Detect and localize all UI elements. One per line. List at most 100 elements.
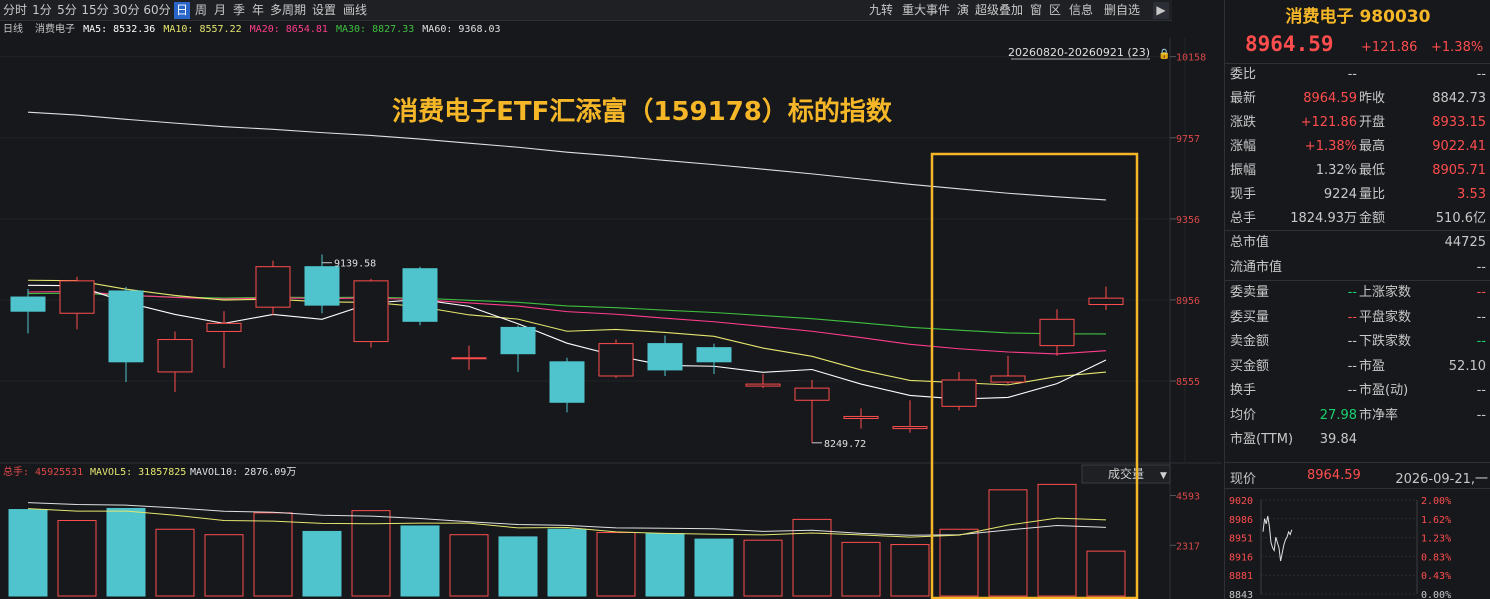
period-tab-7[interactable]: 周	[193, 2, 209, 19]
price-axis-label: 8555	[1176, 377, 1200, 388]
volume-bar	[547, 528, 587, 597]
period-tab-4[interactable]: 30分	[112, 2, 140, 19]
quote-value: 52.10	[1448, 358, 1486, 374]
quote-label: 振幅	[1230, 163, 1257, 178]
quote-label: 开盘	[1359, 115, 1386, 130]
period-tab-11[interactable]: 多周期	[269, 2, 307, 19]
mini-intraday-chart[interactable]: 9020 2.00% 8986 1.62% 8951 1.23% 8916 0.83% 8881…	[1225, 490, 1490, 599]
candle[interactable]	[647, 335, 683, 376]
candle[interactable]	[941, 371, 977, 411]
volume-bar	[841, 541, 881, 597]
quote-label: 昨收	[1359, 91, 1386, 106]
candle-body	[598, 343, 634, 377]
candle[interactable]	[59, 276, 95, 330]
quote-value: --	[1347, 67, 1357, 82]
collapse-right-icon[interactable]: ▶	[1153, 2, 1169, 19]
mavol10-label: MAVOL10: 2876.09万	[190, 467, 296, 478]
quote-label: 平盘家数	[1359, 309, 1412, 325]
ma5-value: MA5: 8532.36	[83, 24, 156, 35]
quote-label: 涨幅	[1230, 139, 1257, 154]
mini-left-label: 8951	[1229, 534, 1253, 545]
tool-button-2[interactable]: 演	[956, 2, 970, 19]
quote-label: 市盈(TTM)	[1230, 432, 1294, 447]
volume-bar	[694, 538, 734, 597]
period-tab-2[interactable]: 5分	[56, 2, 78, 19]
quote-value: --	[1347, 309, 1357, 325]
volume-bar	[57, 519, 97, 597]
period-tab-1[interactable]: 1分	[31, 2, 53, 19]
candle-body	[500, 326, 536, 355]
quote-value: 39.84	[1319, 432, 1357, 447]
tool-button-7[interactable]: 删自选	[1099, 2, 1145, 19]
mini-right-label: 0.00%	[1421, 590, 1451, 599]
tool-button-4[interactable]: 窗	[1028, 2, 1044, 19]
price-axis-label: 9356	[1176, 215, 1200, 226]
candle[interactable]	[10, 288, 46, 334]
period-tab-12[interactable]: 设置	[310, 2, 338, 19]
tool-button-6[interactable]: 信息	[1066, 2, 1096, 19]
mini-right-label: 0.83%	[1421, 552, 1451, 563]
period-toolbar: 分时 1分 5分 15分 30分 60分日周月季年多周期 设置 画线 九转 重大事件演超级叠加窗区…	[0, 0, 1172, 21]
mini-price-line	[1262, 515, 1293, 562]
quote-row: 委买量 -- 平盘家数 --	[1225, 306, 1490, 330]
tool-button-5[interactable]: 区	[1047, 2, 1063, 19]
candle[interactable]	[500, 325, 536, 372]
tool-button-0[interactable]: 九转	[866, 2, 896, 19]
candle[interactable]	[157, 331, 193, 393]
tool-button-1[interactable]: 重大事件	[899, 2, 953, 19]
candle[interactable]	[1088, 286, 1124, 311]
period-tab-6[interactable]: 日	[174, 2, 190, 19]
ma20-value: MA20: 8654.81	[249, 24, 328, 35]
price-axis-label: 8956	[1176, 296, 1200, 307]
candle-body	[892, 426, 928, 430]
quote-change: +121.86	[1361, 40, 1418, 55]
quote-value: 1.32%	[1315, 163, 1357, 178]
candle[interactable]	[892, 400, 928, 433]
candle[interactable]	[108, 286, 144, 383]
period-tab-5[interactable]: 60分	[143, 2, 171, 19]
candle[interactable]	[549, 357, 585, 413]
volume-bar	[106, 507, 146, 597]
tool-button-3[interactable]: 超级叠加	[973, 2, 1025, 19]
candle[interactable]	[451, 345, 487, 370]
volume-bar	[449, 534, 489, 597]
period-tab-3[interactable]: 15分	[81, 2, 109, 19]
candle[interactable]	[1039, 309, 1075, 356]
market-cap-row: 总市值 44725	[1225, 231, 1490, 255]
candle[interactable]	[255, 260, 291, 316]
period-tab-0[interactable]: 分时	[2, 2, 28, 19]
mini-right-label: 2.00%	[1421, 496, 1451, 507]
quote-row: 总手 1824.93万 金额 510.6亿	[1225, 207, 1490, 231]
quote-label: 最新	[1230, 91, 1257, 106]
quote-label: 最低	[1359, 163, 1386, 178]
candle[interactable]	[598, 339, 634, 378]
quote-title: 消费电子 980030	[1285, 7, 1431, 27]
candle-body	[255, 266, 291, 308]
period-tab-8[interactable]: 月	[212, 2, 228, 19]
quote-row: 涨跌 +121.86 开盘 8933.15	[1225, 111, 1490, 135]
period-tab-13[interactable]: 画线	[341, 2, 369, 19]
quote-label: 换手	[1230, 383, 1257, 398]
candle[interactable]	[402, 266, 438, 326]
candle[interactable]	[990, 355, 1026, 385]
mini-left-label: 9020	[1229, 496, 1253, 507]
candle-body	[10, 296, 46, 312]
quote-row: 买金额 -- 市盈 52.10	[1225, 355, 1490, 379]
candle[interactable]	[696, 343, 732, 374]
quote-value: 9224	[1323, 187, 1357, 202]
mini-left-label: 8986	[1229, 515, 1253, 526]
candle[interactable]	[353, 278, 389, 348]
candle[interactable]	[843, 408, 879, 429]
quote-change-pct: +1.38%	[1431, 40, 1484, 55]
volume-bar	[302, 530, 342, 597]
period-tab-9[interactable]: 季	[231, 2, 247, 19]
kline-chart[interactable]: 10158 9757 9356 8956 8555 20260820-20260921 (…	[0, 38, 1222, 599]
lock-icon[interactable]: 🔒	[1158, 48, 1170, 60]
quote-value: --	[1476, 407, 1486, 423]
mini-right-label: 1.62%	[1421, 515, 1451, 526]
candle[interactable]	[206, 311, 242, 368]
period-tab-10[interactable]: 年	[250, 2, 266, 19]
candle-body	[1039, 318, 1075, 347]
quote-row: 均价 27.98 市净率 --	[1225, 404, 1490, 428]
candle[interactable]	[794, 380, 830, 443]
